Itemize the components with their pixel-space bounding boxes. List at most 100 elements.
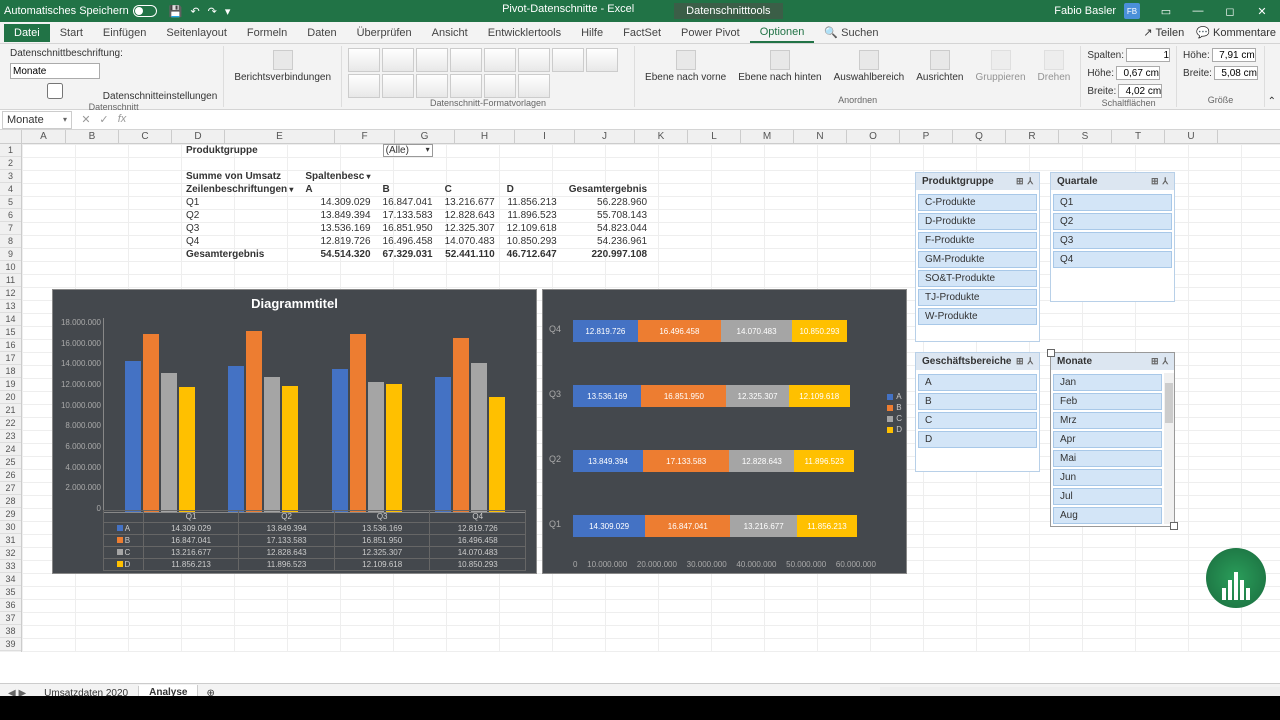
- record-macro-icon[interactable]: ▣: [6, 707, 15, 718]
- slicer-item[interactable]: SO&T-Produkte: [918, 270, 1037, 287]
- select-all-corner[interactable]: [0, 130, 22, 143]
- redo-icon[interactable]: ↷: [208, 5, 217, 18]
- button-height-input[interactable]: [1116, 66, 1160, 80]
- pivot-cols-dropdown[interactable]: Spaltenbesc: [299, 170, 376, 183]
- tab-view[interactable]: Ansicht: [422, 24, 478, 42]
- style-swatch[interactable]: [382, 48, 414, 72]
- style-swatch[interactable]: [586, 48, 618, 72]
- stacked-bar-chart[interactable]: Q412.819.72616.496.45814.070.48310.850.2…: [542, 289, 907, 574]
- ribbon-display-icon[interactable]: ▭: [1152, 5, 1180, 18]
- col-header[interactable]: E: [225, 130, 335, 143]
- slicer-item[interactable]: B: [918, 393, 1037, 410]
- sheet-tab[interactable]: Umsatzdaten 2020: [34, 686, 139, 701]
- sheet-tab-active[interactable]: Analyse: [139, 685, 198, 702]
- name-box[interactable]: Monate▾: [2, 111, 72, 129]
- comments-button[interactable]: 💬 Kommentare: [1196, 26, 1276, 39]
- col-header[interactable]: I: [515, 130, 575, 143]
- close-icon[interactable]: ✕: [1248, 5, 1276, 18]
- row-header[interactable]: 18: [0, 365, 21, 378]
- slicer-item[interactable]: Q1: [1053, 194, 1172, 211]
- tab-file[interactable]: Datei: [4, 24, 50, 42]
- zoom-in-button[interactable]: +: [1234, 707, 1240, 718]
- pagebreak-view-button[interactable]: [1112, 705, 1130, 719]
- avatar[interactable]: FB: [1124, 3, 1140, 19]
- row-header[interactable]: 2: [0, 157, 21, 170]
- col-header[interactable]: F: [335, 130, 395, 143]
- row-header[interactable]: 13: [0, 300, 21, 313]
- col-header[interactable]: G: [395, 130, 455, 143]
- row-header[interactable]: 23: [0, 430, 21, 443]
- slicer-monate[interactable]: Monate⊞⅄ JanFebMrzAprMaiJunJulAug: [1050, 352, 1175, 527]
- slicer-item[interactable]: Mai: [1053, 450, 1162, 467]
- row-header[interactable]: 5: [0, 196, 21, 209]
- row-header[interactable]: 31: [0, 534, 21, 547]
- clear-filter-icon[interactable]: ⅄: [1028, 356, 1034, 367]
- slicer-item[interactable]: GM-Produkte: [918, 251, 1037, 268]
- slicer-item[interactable]: W-Produkte: [918, 308, 1037, 325]
- bring-forward-button[interactable]: Ebene nach vorne: [641, 48, 730, 85]
- zoom-out-button[interactable]: −: [1136, 707, 1142, 718]
- row-header[interactable]: 21: [0, 404, 21, 417]
- row-header[interactable]: 6: [0, 209, 21, 222]
- col-header[interactable]: D: [172, 130, 225, 143]
- width-input[interactable]: [1214, 66, 1258, 80]
- cancel-formula-icon[interactable]: ✕: [78, 113, 94, 126]
- col-header[interactable]: Q: [953, 130, 1006, 143]
- slicer-item[interactable]: TJ-Produkte: [918, 289, 1037, 306]
- row-header[interactable]: 22: [0, 417, 21, 430]
- row-header[interactable]: 27: [0, 482, 21, 495]
- pivot-filter-dropdown[interactable]: (Alle): [383, 144, 433, 157]
- slicer-item[interactable]: Q3: [1053, 232, 1172, 249]
- row-header[interactable]: 29: [0, 508, 21, 521]
- tab-pagelayout[interactable]: Seitenlayout: [156, 24, 237, 42]
- style-swatch[interactable]: [484, 74, 516, 98]
- slicer-scrollbar[interactable]: [1164, 373, 1174, 524]
- style-swatch[interactable]: [518, 74, 550, 98]
- pivot-table[interactable]: Produktgruppe(Alle) Summe von UmsatzSpal…: [180, 144, 653, 261]
- caption-input[interactable]: [10, 63, 100, 79]
- collapse-ribbon-icon[interactable]: ⌃: [1268, 96, 1276, 107]
- row-header[interactable]: 1: [0, 144, 21, 157]
- slicer-quartale[interactable]: Quartale⊞⅄ Q1Q2Q3Q4: [1050, 172, 1175, 302]
- fx-icon[interactable]: fx: [114, 113, 130, 126]
- columns-input[interactable]: [1126, 48, 1170, 62]
- tab-options[interactable]: Optionen: [750, 23, 815, 43]
- normal-view-button[interactable]: [1064, 705, 1082, 719]
- col-header[interactable]: P: [900, 130, 953, 143]
- multiselect-icon[interactable]: ⊞: [1151, 176, 1159, 187]
- row-header[interactable]: 12: [0, 287, 21, 300]
- maximize-icon[interactable]: ◻: [1216, 5, 1244, 18]
- row-header[interactable]: 11: [0, 274, 21, 287]
- col-header[interactable]: C: [119, 130, 172, 143]
- row-header[interactable]: 10: [0, 261, 21, 274]
- style-swatch[interactable]: [484, 48, 516, 72]
- button-width-input[interactable]: [1118, 84, 1162, 98]
- rotate-button[interactable]: Drehen: [1034, 48, 1075, 85]
- col-header[interactable]: R: [1006, 130, 1059, 143]
- horizontal-scrollbar[interactable]: [880, 687, 1280, 701]
- slicer-item[interactable]: C: [918, 412, 1037, 429]
- row-header[interactable]: 9: [0, 248, 21, 261]
- slicer-item[interactable]: Jan: [1053, 374, 1162, 391]
- group-button[interactable]: Gruppieren: [971, 48, 1029, 85]
- slicer-item[interactable]: A: [918, 374, 1037, 391]
- row-header[interactable]: 17: [0, 352, 21, 365]
- undo-icon[interactable]: ↶: [190, 5, 199, 18]
- col-header[interactable]: U: [1165, 130, 1218, 143]
- style-swatch[interactable]: [416, 48, 448, 72]
- confirm-formula-icon[interactable]: ✓: [96, 113, 112, 126]
- align-button[interactable]: Ausrichten: [912, 48, 967, 85]
- user-name[interactable]: Fabio Basler: [1054, 5, 1116, 17]
- zoom-level[interactable]: 100 %: [1246, 707, 1274, 718]
- style-swatch[interactable]: [450, 74, 482, 98]
- tab-help[interactable]: Hilfe: [571, 24, 613, 42]
- row-header[interactable]: 26: [0, 469, 21, 482]
- report-connections-button[interactable]: Berichtsverbindungen: [230, 48, 335, 85]
- col-header[interactable]: M: [741, 130, 794, 143]
- col-header[interactable]: L: [688, 130, 741, 143]
- cells[interactable]: Produktgruppe(Alle) Summe von UmsatzSpal…: [22, 144, 1280, 652]
- row-header[interactable]: 3: [0, 170, 21, 183]
- tab-insert[interactable]: Einfügen: [93, 24, 156, 42]
- row-header[interactable]: 37: [0, 612, 21, 625]
- col-header[interactable]: O: [847, 130, 900, 143]
